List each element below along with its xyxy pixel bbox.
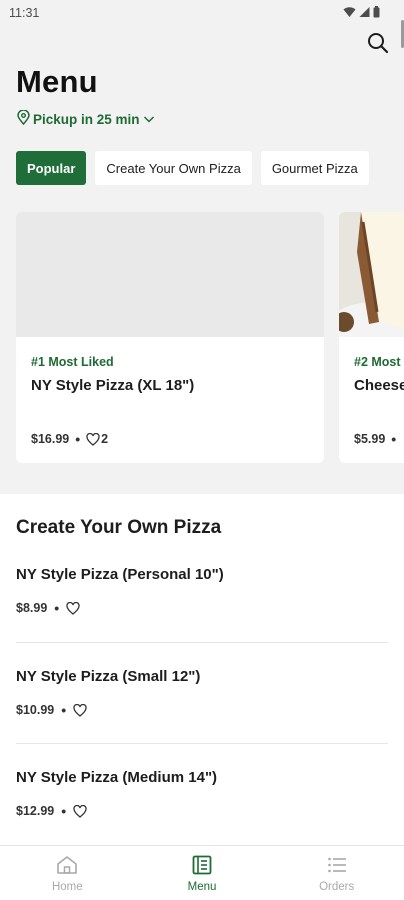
pickup-time-selector[interactable]: Pickup in 25 min [17,109,155,128]
item-price: $12.99 [16,804,55,818]
section-title: Create Your Own Pizza [16,517,222,538]
heart-icon[interactable] [73,703,87,717]
cheesecake-image [339,212,404,337]
location-pin-icon [17,109,30,128]
battery-icon [373,5,380,23]
nav-item-menu[interactable]: Menu [135,846,270,900]
separator-dot: • [61,803,67,819]
orders-list-icon [327,855,347,878]
status-bar: 11:31 [0,0,404,26]
chip-popular[interactable]: Popular [16,151,87,185]
card-price: $16.99 [31,432,70,446]
card-price: $5.99 [354,432,386,446]
item-meta: $10.99 • [16,702,87,718]
nav-item-home[interactable]: Home [0,846,135,900]
signal-icon [359,5,370,23]
bottom-nav: Home Menu Orders [0,845,404,900]
card-rank: #1 Most Liked [31,355,114,369]
card-rank: #2 Most Liked [354,355,404,369]
like-count: 2 [101,432,109,446]
wifi-icon [343,5,356,23]
list-item[interactable]: NY Style Pizza (Small 12") $10.99 • [16,668,388,768]
divider [16,743,388,744]
card-meta: $5.99 • [354,431,396,447]
separator-dot: • [391,431,397,447]
card-name: Cheesecake [354,377,404,394]
item-name: NY Style Pizza (Personal 10") [16,566,224,583]
separator-dot: • [75,431,81,447]
nav-item-orders[interactable]: Orders [269,846,404,900]
item-price: $8.99 [16,601,48,615]
chevron-down-icon [143,112,155,127]
separator-dot: • [61,702,67,718]
category-chips: Popular Create Your Own Pizza Gourmet Pi… [16,151,369,185]
search-button[interactable] [364,31,392,59]
heart-icon[interactable] [86,432,100,446]
status-time: 11:31 [9,6,40,20]
heart-icon[interactable] [73,804,87,818]
home-icon [56,855,78,878]
card-name: NY Style Pizza (XL 18") [31,377,195,394]
status-icons [343,5,380,23]
page-title: Menu [16,64,98,99]
menu-book-icon [192,855,212,878]
nav-label: Menu [187,881,217,893]
card-meta: $16.99 • 2 [31,431,108,447]
featured-card[interactable]: #1 Most Liked NY Style Pizza (XL 18") $1… [16,212,324,463]
create-your-own-section: Create Your Own Pizza NY Style Pizza (Pe… [0,494,404,854]
search-icon [367,32,389,59]
nav-label: Home [51,881,83,893]
item-name: NY Style Pizza (Small 12") [16,668,201,685]
card-image-placeholder [16,212,324,337]
item-price: $10.99 [16,703,55,717]
featured-card[interactable]: #2 Most Liked Cheesecake $5.99 • [339,212,404,463]
item-meta: $12.99 • [16,803,87,819]
divider [16,642,388,643]
pickup-label: Pickup in 25 min [33,111,140,127]
item-meta: $8.99 • [16,600,80,616]
nav-label: Orders [319,881,355,893]
chip-create-your-own-pizza[interactable]: Create Your Own Pizza [95,151,252,185]
item-name: NY Style Pizza (Medium 14") [16,769,218,786]
heart-icon[interactable] [66,601,80,615]
separator-dot: • [54,600,60,616]
list-item[interactable]: NY Style Pizza (Personal 10") $8.99 • [16,566,388,666]
featured-carousel[interactable]: #1 Most Liked NY Style Pizza (XL 18") $1… [16,212,404,464]
chip-gourmet-pizza[interactable]: Gourmet Pizza [260,151,369,185]
